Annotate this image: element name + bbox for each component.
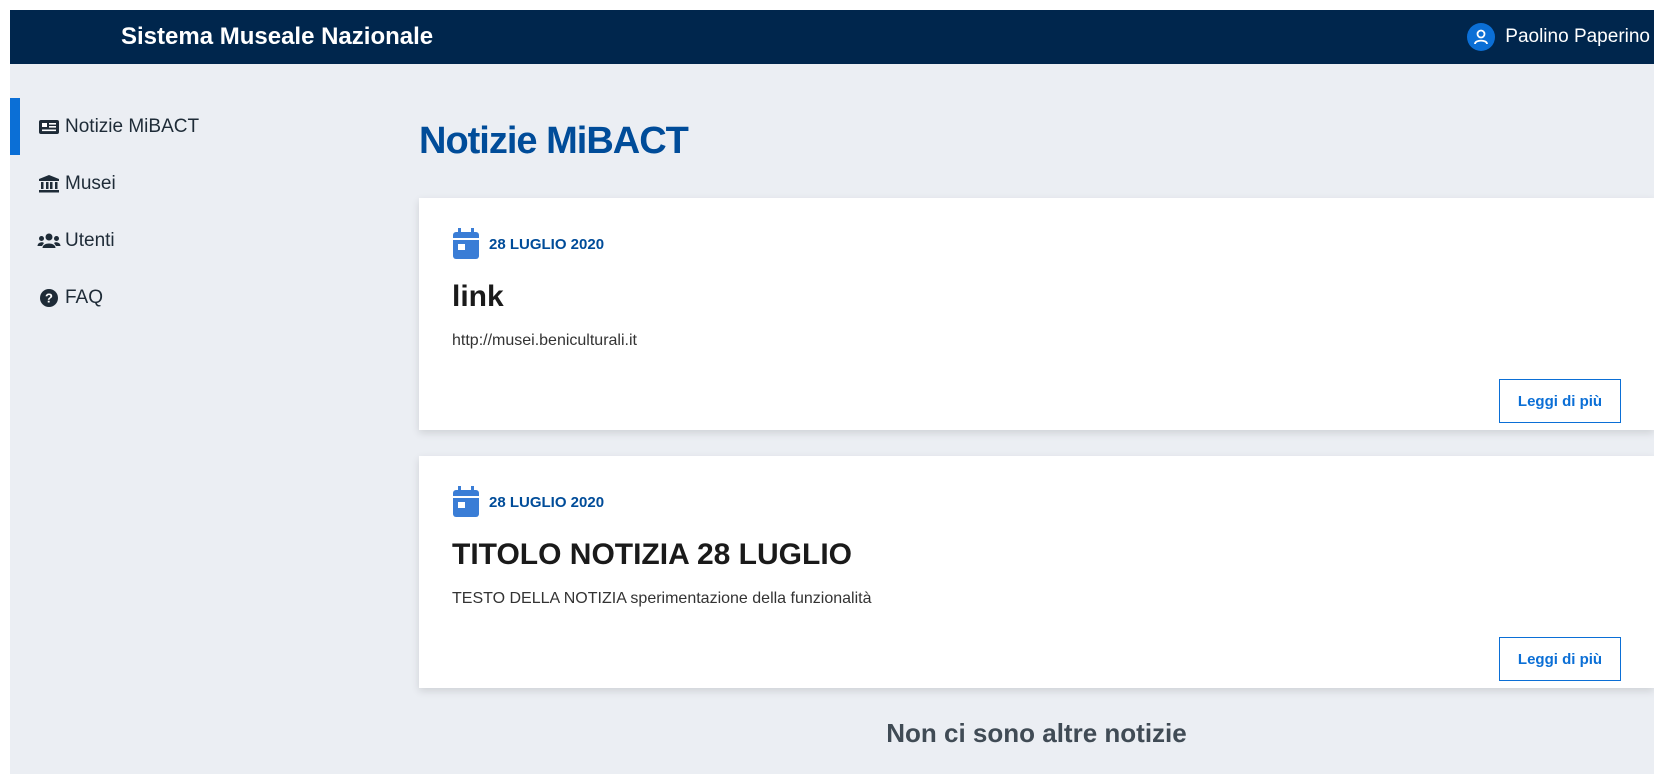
sidebar-item-label: Notizie MiBACT [65, 115, 200, 137]
user-name: Paolino Paperino [1505, 26, 1650, 47]
question-circle-icon: ? [37, 288, 61, 307]
read-more-button[interactable]: Leggi di più [1499, 379, 1621, 423]
news-card: 28 LUGLIO 2020 link http://musei.benicul… [419, 198, 1654, 430]
svg-text:?: ? [45, 290, 53, 305]
sidebar-item-faq[interactable]: ? FAQ [10, 269, 390, 326]
sidebar: Notizie MiBACT Musei Utenti ? FAQ [10, 98, 390, 326]
top-header: Sistema Museale Nazionale Paolino Paperi… [10, 10, 1654, 64]
calendar-icon [452, 486, 480, 518]
app-brand[interactable]: Sistema Museale Nazionale [121, 10, 433, 64]
news-date-text: 28 LUGLIO 2020 [489, 235, 605, 253]
sidebar-item-label: Musei [65, 172, 116, 194]
read-more-button[interactable]: Leggi di più [1499, 637, 1621, 681]
user-menu[interactable]: Paolino Paperino [1467, 10, 1650, 64]
newspaper-icon [37, 118, 61, 136]
app-frame: Sistema Museale Nazionale Paolino Paperi… [10, 10, 1654, 774]
news-title: TITOLO NOTIZIA 28 LUGLIO [452, 538, 853, 571]
sidebar-item-notizie[interactable]: Notizie MiBACT [10, 98, 390, 155]
news-title: link [452, 280, 504, 313]
news-date-text: 28 LUGLIO 2020 [489, 493, 605, 511]
news-date: 28 LUGLIO 2020 [452, 486, 604, 518]
user-circle-icon [1467, 23, 1496, 51]
news-text: TESTO DELLA NOTIZIA sperimentazione dell… [452, 590, 872, 607]
calendar-icon [452, 228, 480, 260]
page-title: Notizie MiBACT [419, 120, 689, 162]
users-icon [37, 232, 61, 250]
sidebar-item-label: FAQ [65, 286, 104, 308]
sidebar-item-musei[interactable]: Musei [10, 155, 390, 212]
sidebar-item-label: Utenti [65, 229, 115, 251]
news-date: 28 LUGLIO 2020 [452, 228, 604, 260]
news-text: http://musei.beniculturali.it [452, 332, 637, 349]
museum-icon [37, 174, 61, 193]
news-card: 28 LUGLIO 2020 TITOLO NOTIZIA 28 LUGLIO … [419, 456, 1654, 688]
sidebar-item-utenti[interactable]: Utenti [10, 212, 390, 269]
end-of-list-message: Non ci sono altre notizie [886, 718, 1187, 748]
